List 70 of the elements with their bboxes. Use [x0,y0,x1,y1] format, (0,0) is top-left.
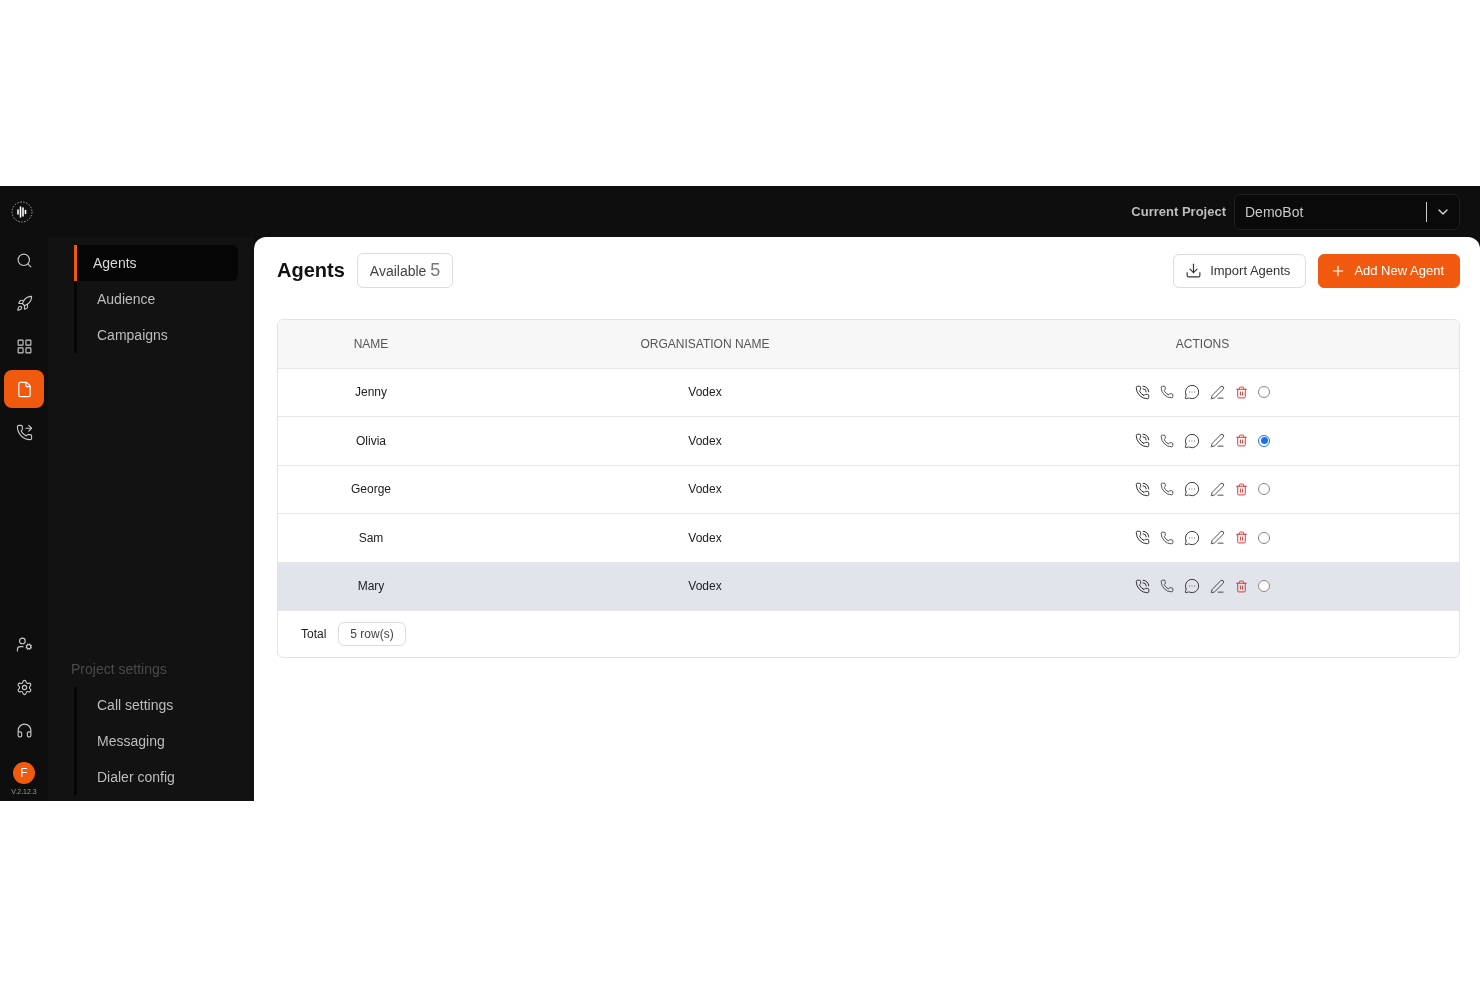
settings-icon [15,678,33,696]
table-cell: Vodex [688,385,722,400]
section-title: Project settings [71,661,168,677]
delete-icon[interactable] [1235,482,1248,496]
table-cell: Vodex [688,530,722,545]
phone-icon[interactable] [1160,433,1174,448]
nav-item[interactable]: Dialer config [74,759,238,795]
delete-icon[interactable] [1235,434,1248,448]
column-header: NAME [353,336,389,351]
download-icon [1185,262,1203,279]
phone-call-icon[interactable] [1135,578,1150,594]
radio-button[interactable] [1258,434,1270,447]
phone-icon[interactable] [1160,385,1174,400]
page-title: Agents [277,259,345,282]
edit-icon[interactable] [1210,530,1225,546]
logo-icon [10,199,34,224]
column-header: ORGANISATION NAME [640,336,770,351]
phone-icon [15,423,33,441]
table-cell: Jenny [355,385,387,400]
chat-icon[interactable] [1184,432,1200,449]
phone-icon[interactable] [1160,482,1174,497]
radio-button[interactable] [1258,531,1270,544]
table-cell: Mary [357,579,385,594]
edit-icon[interactable] [1210,384,1225,400]
table-row[interactable]: Mary Vodex [278,562,1459,611]
user-gear-icon [15,635,33,653]
table-cell: Vodex [688,433,722,448]
phone-icon[interactable] [1160,530,1174,545]
phone-call-icon[interactable] [1135,481,1150,497]
phone-icon[interactable] [1160,579,1174,594]
table-cell: Vodex [688,579,722,594]
edit-icon[interactable] [1210,578,1225,594]
delete-icon[interactable] [1235,385,1248,399]
chat-icon[interactable] [1184,384,1200,401]
table-cell: Sam [358,530,384,545]
rocket-icon [15,294,33,312]
table-cell: Vodex [688,482,722,497]
chat-icon[interactable] [1184,481,1200,498]
project-select[interactable]: DemoBot [1234,193,1460,230]
phone-call-icon[interactable] [1135,433,1150,449]
table-cell: George [351,482,391,497]
nav-item[interactable]: Call settings [74,687,238,723]
radio-button[interactable] [1258,580,1270,593]
column-header: ACTIONS [1175,336,1230,351]
badge-count: 5 [430,260,441,281]
badge-label: Available [369,262,427,279]
edit-icon[interactable] [1210,481,1225,497]
headset-icon [15,721,33,739]
grid-icon [15,337,33,355]
nav-item[interactable]: Messaging [74,723,238,759]
chat-icon[interactable] [1184,578,1200,595]
nav-item[interactable]: Agents [74,245,238,281]
file-icon [15,380,33,398]
radio-button[interactable] [1258,386,1270,399]
total-count: 5 row(s) [338,622,406,646]
nav-item[interactable]: Audience [74,281,238,317]
import-button[interactable]: Import Agents [1173,253,1307,288]
rail-button[interactable] [4,370,44,408]
phone-call-icon[interactable] [1135,530,1150,546]
chat-icon[interactable] [1184,529,1200,546]
search-icon [15,251,33,269]
phone-call-icon[interactable] [1135,384,1150,400]
total-label: Total [301,627,327,641]
edit-icon[interactable] [1210,433,1225,449]
project-label: Current Project [1131,204,1226,219]
radio-button[interactable] [1258,483,1270,496]
table-cell: Olivia [356,433,386,448]
delete-icon[interactable] [1235,531,1248,545]
nav-item[interactable]: Campaigns [74,317,238,353]
delete-icon[interactable] [1235,579,1248,593]
